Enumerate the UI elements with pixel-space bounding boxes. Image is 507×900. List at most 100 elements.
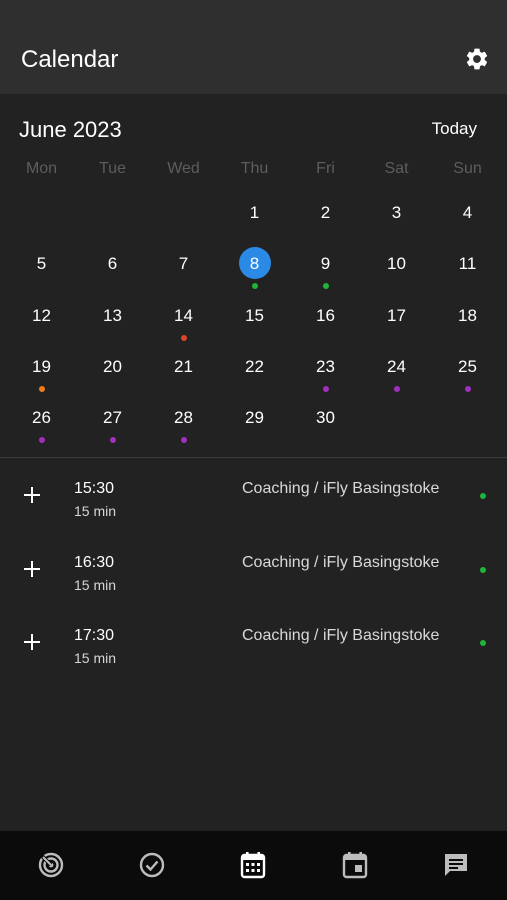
day-number: 7 bbox=[178, 254, 189, 274]
calendar-day-empty bbox=[432, 395, 503, 446]
slot-time: 16:30 bbox=[74, 553, 115, 571]
calendar-day[interactable]: 11 bbox=[432, 241, 503, 292]
slot-title: Coaching / iFly Basingstoke bbox=[242, 553, 440, 571]
calendar-day[interactable]: 23 bbox=[290, 344, 361, 395]
slot-duration: 15 min bbox=[74, 503, 117, 519]
calendar-day[interactable]: 15 bbox=[219, 293, 290, 344]
day-number: 1 bbox=[249, 203, 260, 222]
calendar-day[interactable]: 2 bbox=[290, 190, 361, 241]
app-bar: Calendar bbox=[0, 22, 507, 94]
event-dot bbox=[180, 437, 187, 444]
calendar-day-empty bbox=[148, 190, 219, 241]
plus-icon[interactable] bbox=[23, 560, 41, 578]
tab-radar[interactable] bbox=[0, 831, 101, 900]
calendar-day[interactable]: 8 bbox=[219, 241, 290, 292]
slot-item[interactable]: 15:30 15 min Coaching / iFly Basingstoke bbox=[0, 470, 507, 544]
radar-icon bbox=[38, 852, 63, 878]
day-number: 19 bbox=[32, 356, 51, 376]
status-dot bbox=[480, 640, 486, 646]
bottom-tab-bar bbox=[0, 831, 507, 900]
event-dot bbox=[322, 385, 329, 392]
calendar-day[interactable]: 19 bbox=[6, 344, 77, 395]
calendar-day[interactable]: 9 bbox=[290, 241, 361, 292]
tab-tasks[interactable] bbox=[101, 831, 202, 900]
event-dot bbox=[393, 385, 400, 392]
calendar-day[interactable]: 27 bbox=[77, 395, 148, 446]
day-number: 8 bbox=[249, 254, 260, 274]
day-number: 29 bbox=[245, 408, 264, 428]
calendar-week-row: 1 2 3 4 bbox=[6, 190, 503, 241]
weekday-label: Tue bbox=[99, 160, 126, 177]
calendar-day-empty bbox=[6, 190, 77, 241]
weekday-label: Thu bbox=[240, 160, 269, 177]
calendar-week-row: 19 20 21 22 23 24 25 bbox=[6, 344, 503, 395]
calendar-day[interactable]: 29 bbox=[219, 395, 290, 446]
day-number: 3 bbox=[391, 203, 402, 222]
day-number: 17 bbox=[387, 305, 406, 325]
chat-icon bbox=[445, 854, 468, 876]
calendar-day[interactable]: 17 bbox=[361, 293, 432, 344]
slot-item[interactable]: 16:30 15 min Coaching / iFly Basingstoke bbox=[0, 544, 507, 618]
calendar-day[interactable]: 4 bbox=[432, 190, 503, 241]
status-dot bbox=[480, 566, 486, 573]
day-number: 9 bbox=[320, 254, 331, 274]
calendar-day[interactable]: 26 bbox=[6, 395, 77, 446]
check-circle-icon bbox=[139, 852, 165, 878]
calendar-grid: 1 2 3 4 5 6 7 8 9 10 11 12 13 14 15 16 17 18 19 20 21 22 23 24 2… bbox=[6, 190, 503, 446]
tab-calendar[interactable] bbox=[203, 831, 304, 900]
day-number: 18 bbox=[458, 305, 477, 325]
calendar-day[interactable]: 6 bbox=[77, 241, 148, 292]
day-number: 13 bbox=[103, 305, 122, 325]
slot-list: 15:30 15 min Coaching / iFly Basingstoke… bbox=[0, 470, 507, 691]
plus-icon[interactable] bbox=[23, 486, 41, 504]
weekday-label: Sat bbox=[384, 160, 409, 177]
calendar-day[interactable]: 10 bbox=[361, 241, 432, 292]
weekday-header: Mon Tue Wed Thu Fri Sat Sun bbox=[6, 160, 503, 184]
plus-icon[interactable] bbox=[23, 633, 41, 651]
day-number: 30 bbox=[316, 408, 335, 428]
calendar-week-row: 5 6 7 8 9 10 11 bbox=[6, 241, 503, 292]
day-number: 11 bbox=[458, 254, 477, 274]
day-number: 4 bbox=[462, 203, 473, 222]
calendar-day[interactable]: 13 bbox=[77, 293, 148, 344]
today-button[interactable]: Today bbox=[432, 119, 477, 139]
weekday-label: Fri bbox=[316, 160, 335, 177]
calendar-day[interactable]: 25 bbox=[432, 344, 503, 395]
calendar-day[interactable]: 21 bbox=[148, 344, 219, 395]
event-dot bbox=[180, 334, 187, 341]
weekday-label: Mon bbox=[25, 160, 58, 177]
calendar-day[interactable]: 1 bbox=[219, 190, 290, 241]
event-dot bbox=[464, 385, 471, 392]
calendar-day[interactable]: 3 bbox=[361, 190, 432, 241]
day-number: 25 bbox=[458, 356, 477, 376]
gear-icon[interactable] bbox=[464, 46, 490, 72]
calendar-day[interactable]: 20 bbox=[77, 344, 148, 395]
calendar-day[interactable]: 5 bbox=[6, 241, 77, 292]
month-header: June 2023 Today bbox=[0, 94, 507, 154]
day-number: 23 bbox=[316, 356, 335, 376]
day-number: 10 bbox=[387, 254, 406, 274]
calendar-day[interactable]: 30 bbox=[290, 395, 361, 446]
calendar-day[interactable]: 18 bbox=[432, 293, 503, 344]
calendar-day-empty bbox=[361, 395, 432, 446]
calendar-day-empty bbox=[77, 190, 148, 241]
tab-messages[interactable] bbox=[406, 831, 507, 900]
calendar-day[interactable]: 7 bbox=[148, 241, 219, 292]
event-dot bbox=[38, 385, 45, 392]
slot-time: 15:30 bbox=[74, 480, 115, 497]
slot-time: 17:30 bbox=[74, 627, 115, 644]
day-number: 12 bbox=[32, 305, 51, 325]
slot-item[interactable]: 17:30 15 min Coaching / iFly Basingstoke bbox=[0, 617, 507, 691]
status-bar bbox=[0, 0, 507, 22]
weekday-label: Wed bbox=[167, 160, 200, 177]
calendar-day[interactable]: 12 bbox=[6, 293, 77, 344]
calendar-day[interactable]: 16 bbox=[290, 293, 361, 344]
calendar-event-icon bbox=[342, 852, 368, 879]
calendar-day[interactable]: 24 bbox=[361, 344, 432, 395]
tab-bookings[interactable] bbox=[304, 831, 405, 900]
calendar-day[interactable]: 28 bbox=[148, 395, 219, 446]
status-dot bbox=[480, 493, 486, 499]
calendar-day[interactable]: 14 bbox=[148, 293, 219, 344]
slot-duration: 15 min bbox=[74, 650, 117, 666]
calendar-day[interactable]: 22 bbox=[219, 344, 290, 395]
